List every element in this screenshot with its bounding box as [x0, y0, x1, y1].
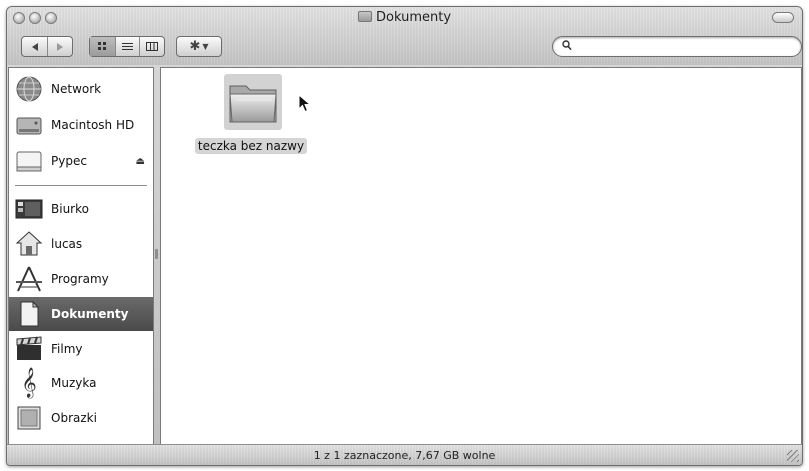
window-title: Dokumenty	[7, 10, 802, 25]
sidebar-item-macintosh-hd[interactable]: Macintosh HD	[9, 108, 153, 142]
search-icon	[562, 40, 572, 54]
network-globe-icon	[14, 75, 44, 103]
finder-window: Dokumenty ✱ ▼ Network Macintosh HD Pypec…	[6, 6, 803, 466]
sidebar-item-filmy[interactable]: Filmy	[9, 332, 153, 366]
pictures-icon	[14, 404, 44, 432]
search-field[interactable]	[552, 36, 802, 57]
folder-icon	[229, 85, 277, 123]
resize-grip-icon[interactable]	[787, 450, 799, 462]
sidebar-item-label: Dokumenty	[51, 307, 129, 321]
sidebar-item-lucas[interactable]: lucas	[9, 227, 153, 261]
sidebar: Network Macintosh HD Pypec ⏏ Biurko luca…	[8, 67, 154, 445]
movies-clapper-icon	[14, 335, 44, 363]
sidebar-item-programy[interactable]: Programy	[9, 262, 153, 296]
forward-button[interactable]	[47, 37, 72, 56]
sidebar-item-network[interactable]: Network	[9, 72, 153, 106]
forward-arrow-icon	[57, 42, 64, 51]
window-title-text: Dokumenty	[375, 10, 452, 25]
search-input[interactable]	[577, 39, 787, 54]
title-toolbar-area: Dokumenty ✱ ▼	[7, 7, 802, 65]
sidebar-item-label: Biurko	[51, 202, 89, 216]
back-arrow-icon	[31, 42, 38, 51]
gear-icon: ✱	[189, 39, 201, 54]
status-bar: 1 z 1 zaznaczone, 7,67 GB wolne	[7, 444, 802, 465]
action-menu-button[interactable]: ✱ ▼	[176, 36, 222, 57]
sidebar-item-label: Programy	[51, 272, 109, 286]
sidebar-divider	[15, 185, 147, 186]
file-content-area[interactable]: teczka bez nazwy	[160, 67, 802, 445]
music-note-icon: 𝄞	[21, 367, 37, 398]
folder-name-label[interactable]: teczka bez nazwy	[191, 138, 311, 154]
back-forward-group	[21, 36, 73, 57]
sidebar-item-obrazki[interactable]: Obrazki	[9, 401, 153, 435]
sidebar-item-label: Network	[51, 82, 102, 96]
sidebar-splitter-handle[interactable]	[155, 249, 158, 259]
disk-icon	[14, 147, 44, 175]
chevron-down-icon: ▼	[202, 42, 209, 51]
sidebar-item-muzyka[interactable]: 𝄞 Muzyka	[9, 366, 153, 400]
sidebar-item-label: Macintosh HD	[51, 118, 135, 132]
column-view-button[interactable]	[139, 37, 164, 56]
icon-view-button[interactable]	[90, 37, 115, 56]
hard-drive-icon	[14, 111, 44, 139]
view-mode-group	[89, 36, 165, 57]
folder-icon	[357, 11, 372, 22]
sidebar-item-pypec[interactable]: Pypec ⏏	[9, 144, 153, 178]
column-view-icon	[146, 42, 159, 51]
sidebar-item-dokumenty[interactable]: Dokumenty	[9, 297, 153, 331]
documents-icon	[14, 300, 44, 328]
toolbar-toggle-button[interactable]	[772, 12, 794, 23]
back-button[interactable]	[22, 37, 47, 56]
home-icon	[14, 230, 44, 258]
desktop-icon	[14, 195, 44, 223]
sidebar-item-label: Muzyka	[51, 376, 97, 390]
folder-item[interactable]: teczka bez nazwy	[191, 74, 311, 158]
icon-view-icon	[97, 42, 106, 50]
status-text: 1 z 1 zaznaczone, 7,67 GB wolne	[313, 449, 496, 462]
applications-icon	[14, 265, 44, 293]
sidebar-item-label: lucas	[51, 237, 83, 251]
sidebar-item-label: Filmy	[51, 342, 83, 356]
sidebar-item-label: Pypec	[51, 154, 87, 168]
sidebar-item-biurko[interactable]: Biurko	[9, 192, 153, 226]
mouse-pointer-icon	[298, 94, 312, 113]
action-button-inner[interactable]: ✱ ▼	[177, 37, 221, 56]
eject-icon[interactable]: ⏏	[136, 156, 145, 167]
sidebar-item-label: Obrazki	[51, 411, 97, 425]
list-view-button[interactable]	[114, 37, 140, 56]
folder-selection-highlight	[224, 74, 282, 130]
list-view-icon	[121, 43, 133, 50]
